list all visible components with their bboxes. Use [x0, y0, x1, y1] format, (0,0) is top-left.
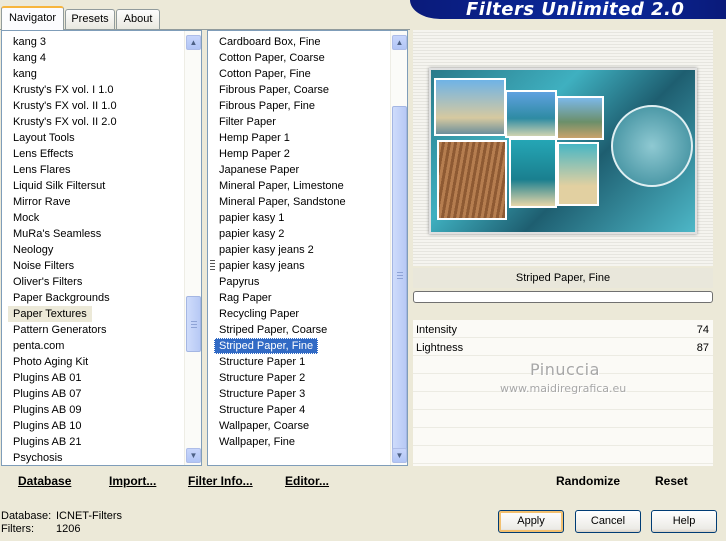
- scroll-down-button[interactable]: ▼: [186, 448, 201, 463]
- filter-list[interactable]: Cardboard Box, Fine Cotton Paper, Coarse C…: [207, 30, 408, 466]
- filter-list-item[interactable]: Structure Paper 3: [214, 386, 310, 402]
- filter-info-button[interactable]: Filter Info...: [188, 474, 253, 490]
- filter-list-item[interactable]: Striped Paper, Fine: [214, 338, 319, 354]
- filter-list-item[interactable]: Recycling Paper: [214, 306, 304, 322]
- filter-list-item[interactable]: Cotton Paper, Coarse: [214, 50, 330, 66]
- filter-list-item[interactable]: papier kasy 1: [214, 210, 289, 226]
- category-list-item[interactable]: Krusty's FX vol. II 1.0: [8, 98, 122, 114]
- category-list-item[interactable]: Plugins AB 01: [8, 370, 87, 386]
- filter-list-item[interactable]: Structure Paper 4: [214, 402, 310, 418]
- tab-navigator[interactable]: Navigator: [1, 6, 64, 30]
- category-list-item[interactable]: kang 4: [8, 50, 51, 66]
- status-filters-value: 1206: [56, 523, 81, 535]
- drag-handle-icon: [210, 260, 215, 272]
- category-list-item[interactable]: Krusty's FX vol. I 1.0: [8, 82, 119, 98]
- category-list-item[interactable]: Oliver's Filters: [8, 274, 87, 290]
- database-button[interactable]: Database: [18, 474, 71, 490]
- randomize-button[interactable]: Randomize: [556, 474, 620, 488]
- param-label-intensity: Intensity: [416, 324, 457, 336]
- progress-bar: [413, 291, 713, 303]
- category-list-item[interactable]: Paper Backgrounds: [8, 290, 115, 306]
- filter-list-item[interactable]: Fibrous Paper, Coarse: [214, 82, 334, 98]
- category-list-item[interactable]: Krusty's FX vol. II 2.0: [8, 114, 122, 130]
- scroll-thumb[interactable]: [392, 106, 407, 451]
- filter-list-item[interactable]: Mineral Paper, Limestone: [214, 178, 349, 194]
- filter-list-item[interactable]: Striped Paper, Coarse: [214, 322, 332, 338]
- scroll-down-button[interactable]: ▼: [392, 448, 407, 463]
- watermark-name: Pinuccia: [530, 360, 600, 379]
- filter-list-item[interactable]: Structure Paper 2: [214, 370, 310, 386]
- preview-image: [429, 68, 697, 234]
- category-list[interactable]: kang 3 kang 4 kang Krusty's FX vol. I 1.0 Kr…: [1, 30, 202, 466]
- filter-list-item[interactable]: Fibrous Paper, Fine: [214, 98, 320, 114]
- filter-list-item[interactable]: Mineral Paper, Sandstone: [214, 194, 351, 210]
- tab-presets[interactable]: Presets: [65, 9, 115, 29]
- category-list-item[interactable]: Neology: [8, 242, 58, 258]
- filter-list-item[interactable]: Japanese Paper: [214, 162, 304, 178]
- help-button[interactable]: Help: [651, 510, 717, 533]
- status-database-value: ICNET-Filters: [56, 510, 122, 522]
- scroll-up-button[interactable]: ▲: [392, 35, 407, 50]
- scroll-thumb[interactable]: [186, 296, 201, 352]
- category-scrollbar[interactable]: ▲ ▼: [184, 31, 201, 465]
- category-list-item[interactable]: Noise Filters: [8, 258, 79, 274]
- category-list-item[interactable]: Mirror Rave: [8, 194, 75, 210]
- category-list-item[interactable]: Liquid Silk Filtersut: [8, 178, 110, 194]
- category-list-item[interactable]: Psychosis: [8, 450, 68, 466]
- import-button[interactable]: Import...: [109, 474, 156, 490]
- filter-scrollbar[interactable]: ▲ ▼: [390, 31, 407, 465]
- filter-list-item[interactable]: Wallpaper, Fine: [214, 434, 300, 450]
- filter-name-label: Striped Paper, Fine: [413, 268, 713, 288]
- category-list-item[interactable]: Plugins AB 09: [8, 402, 87, 418]
- status-filters-label: Filters:: [1, 523, 34, 535]
- filter-list-item[interactable]: Rag Paper: [214, 290, 277, 306]
- filter-list-item[interactable]: papier kasy jeans 2: [214, 242, 319, 258]
- watermark-url: www.maidiregrafica.eu: [500, 382, 627, 395]
- status-database-label: Database:: [1, 510, 52, 522]
- category-list-item[interactable]: Plugins AB 07: [8, 386, 87, 402]
- apply-button[interactable]: Apply: [498, 510, 564, 533]
- filter-list-item[interactable]: Filter Paper: [214, 114, 281, 130]
- category-list-item[interactable]: Paper Textures: [8, 306, 92, 322]
- filter-list-item[interactable]: Cardboard Box, Fine: [214, 34, 326, 50]
- filter-list-item[interactable]: Structure Paper 1: [214, 354, 310, 370]
- filter-list-item[interactable]: Hemp Paper 1: [214, 130, 295, 146]
- category-list-item[interactable]: Lens Effects: [8, 146, 78, 162]
- param-value-intensity[interactable]: 74: [697, 324, 709, 336]
- cancel-button[interactable]: Cancel: [575, 510, 641, 533]
- reset-button[interactable]: Reset: [655, 474, 688, 488]
- category-list-item[interactable]: Layout Tools: [8, 130, 80, 146]
- filter-list-item[interactable]: papier kasy jeans: [214, 258, 310, 274]
- filter-list-item[interactable]: papier kasy 2: [214, 226, 289, 242]
- scroll-up-button[interactable]: ▲: [186, 35, 201, 50]
- app-title: Filters Unlimited 2.0: [466, 0, 685, 20]
- category-list-item[interactable]: Photo Aging Kit: [8, 354, 93, 370]
- filter-list-item[interactable]: Cotton Paper, Fine: [214, 66, 316, 82]
- category-list-item[interactable]: Plugins AB 21: [8, 434, 87, 450]
- param-value-lightness[interactable]: 87: [697, 342, 709, 354]
- category-list-item[interactable]: Mock: [8, 210, 44, 226]
- category-list-item[interactable]: Pattern Generators: [8, 322, 112, 338]
- param-label-lightness: Lightness: [416, 342, 464, 354]
- category-list-item[interactable]: penta.com: [8, 338, 69, 354]
- filter-list-item[interactable]: Papyrus: [214, 274, 264, 290]
- category-list-item[interactable]: MuRa's Seamless: [8, 226, 106, 242]
- filter-list-item[interactable]: Hemp Paper 2: [214, 146, 295, 162]
- category-list-item[interactable]: Lens Flares: [8, 162, 75, 178]
- filter-list-item[interactable]: Wallpaper, Coarse: [214, 418, 314, 434]
- category-list-item[interactable]: Plugins AB 10: [8, 418, 87, 434]
- editor-button[interactable]: Editor...: [285, 474, 329, 490]
- category-list-item[interactable]: kang: [8, 66, 42, 82]
- tab-about[interactable]: About: [116, 9, 160, 29]
- category-list-item[interactable]: kang 3: [8, 34, 51, 50]
